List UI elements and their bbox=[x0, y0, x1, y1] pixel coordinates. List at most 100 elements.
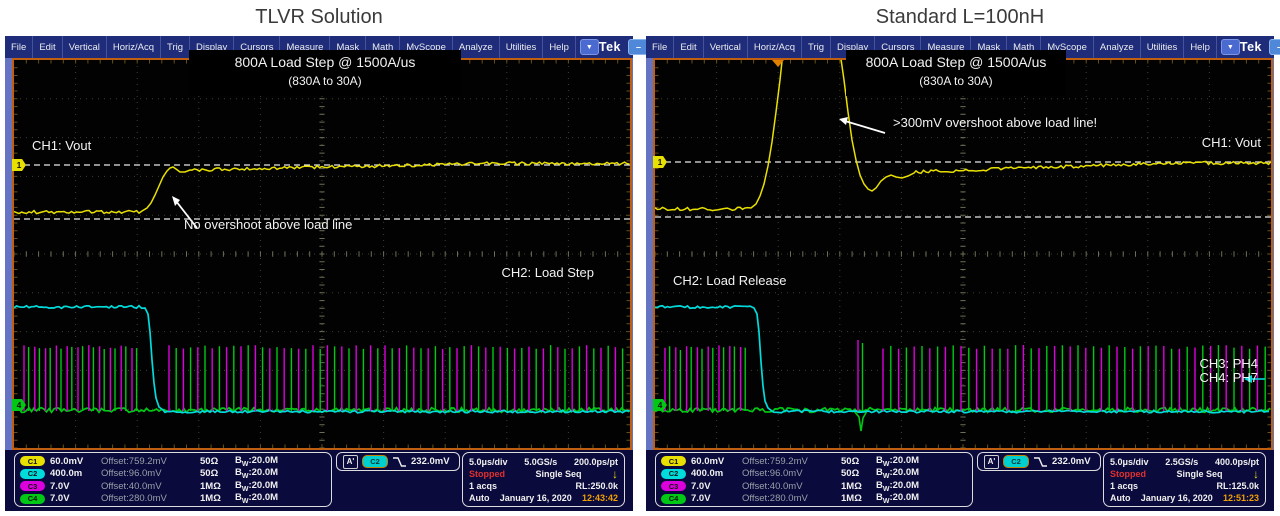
menu-item-help[interactable]: Help bbox=[543, 36, 576, 58]
oscilloscope-window-left: FileEditVerticalHoriz/AcqTrigDisplayCurs… bbox=[5, 36, 633, 511]
trigger-readout[interactable]: A' C2 232.0mV bbox=[977, 452, 1101, 471]
clock: 12:43:42 bbox=[582, 493, 618, 503]
sample-resolution: 200.0ps/pt bbox=[574, 457, 618, 467]
ch1-label: CH1: Vout bbox=[32, 138, 91, 153]
menu-item-horiz-acq[interactable]: Horiz/Acq bbox=[748, 36, 802, 58]
channel-badge-c1: C1 bbox=[20, 456, 45, 466]
channel-offset: Offset:759.2mV bbox=[742, 456, 836, 467]
minimize-button[interactable]: – bbox=[1269, 39, 1280, 55]
falling-edge-icon bbox=[1033, 456, 1048, 468]
channel-impedance: 1MΩ bbox=[200, 493, 230, 504]
channel-offset: Offset:96.0mV bbox=[742, 468, 836, 479]
trigger-source-badge: C2 bbox=[1003, 455, 1029, 468]
ch4-label: CH4: PH7 bbox=[1103, 370, 1258, 385]
menu-overflow-button[interactable]: ▼ bbox=[1221, 39, 1240, 55]
annotation-line1: 800A Load Step @ 1500A/us bbox=[846, 54, 1066, 70]
acquisition-readout[interactable]: 5.0μs/div 2.5GS/s 400.0ps/pt Stopped Sin… bbox=[1103, 452, 1266, 507]
channel-badge-c1: C1 bbox=[661, 456, 686, 466]
channel-bandwidth: BW:20.0M bbox=[876, 480, 919, 493]
menu-item-horiz-acq[interactable]: Horiz/Acq bbox=[107, 36, 161, 58]
sample-rate: 5.0GS/s bbox=[524, 457, 557, 467]
channel-badge-c4: C4 bbox=[20, 494, 45, 504]
channel-scale: 400.0m bbox=[691, 468, 737, 479]
channel-badge-c2: C2 bbox=[661, 469, 686, 479]
channel-scale: 7.0V bbox=[50, 493, 96, 504]
channel-readout-c2[interactable]: C2 400.0m Offset:96.0mV 50Ω BW:20.0M bbox=[661, 468, 972, 481]
trigger-mode: Auto bbox=[469, 493, 490, 503]
date: January 16, 2020 bbox=[500, 493, 572, 503]
sample-resolution: 400.0ps/pt bbox=[1215, 457, 1259, 467]
scope-graticule: CH1: Vout >300mV overshoot above load li… bbox=[653, 58, 1273, 450]
trigger-level: 232.0mV bbox=[411, 456, 450, 467]
channel-offset: Offset:96.0mV bbox=[101, 468, 195, 479]
acq-row: 1 acqs RL:250.0k bbox=[469, 480, 618, 491]
channel-readout-c4[interactable]: C47.0VOffset:280.0mV1MΩBW:20.0M bbox=[661, 493, 972, 506]
menu-item-edit[interactable]: Edit bbox=[674, 36, 703, 58]
channel-bandwidth: BW:20.0M bbox=[876, 492, 919, 505]
tek-logo: Tek bbox=[599, 40, 621, 54]
channel-readouts[interactable]: C160.0mVOffset:759.2mV50ΩBW:20.0MC2 400.0… bbox=[655, 452, 973, 507]
acq-status: Stopped bbox=[1110, 469, 1146, 479]
channel-badge-c4: C4 bbox=[661, 494, 686, 504]
record-length: RL:125.0k bbox=[1216, 481, 1259, 491]
trigger-arrow-icon: ↓ bbox=[1253, 469, 1259, 479]
channel-bandwidth: BW:20.0M bbox=[235, 480, 278, 493]
clock: 12:51:23 bbox=[1223, 493, 1259, 503]
channel-readout-c3[interactable]: C37.0VOffset:40.0mV1MΩBW:20.0M bbox=[661, 480, 972, 493]
annotation-line1: 800A Load Step @ 1500A/us bbox=[189, 54, 461, 70]
channel-badge-c3: C3 bbox=[20, 481, 45, 491]
trigger-readout[interactable]: A' C2 232.0mV bbox=[336, 452, 460, 471]
acq-mode: Single Seq bbox=[1176, 469, 1222, 479]
channel-impedance: 50Ω bbox=[200, 456, 230, 467]
menu-item-trig[interactable]: Trig bbox=[802, 36, 831, 58]
sample-rate: 2.5GS/s bbox=[1165, 457, 1198, 467]
acq-count: 1 acqs bbox=[469, 481, 497, 491]
menu-item-vertical[interactable]: Vertical bbox=[63, 36, 107, 58]
channel-impedance: 50Ω bbox=[200, 468, 230, 479]
annotation-box: 800A Load Step @ 1500A/us (830A to 30A) bbox=[846, 50, 1066, 96]
channel-scale: 60.0mV bbox=[50, 456, 96, 467]
panel-title-right: Standard L=100nH bbox=[646, 6, 1274, 29]
channel-readout-c4[interactable]: C47.0VOffset:280.0mV1MΩBW:20.0M bbox=[20, 493, 331, 506]
menu-item-utilities[interactable]: Utilities bbox=[500, 36, 544, 58]
channel-readout-c3[interactable]: C37.0VOffset:40.0mV1MΩBW:20.0M bbox=[20, 480, 331, 493]
acq-mode: Single Seq bbox=[535, 469, 581, 479]
menu-item-vertical[interactable]: Vertical bbox=[704, 36, 748, 58]
ch2-label: CH2: Load Step bbox=[434, 265, 594, 280]
timebase-scale: 5.0μs/div bbox=[1110, 457, 1149, 467]
channel-readout-c2[interactable]: C2400.0mOffset:96.0mV50ΩBW:20.0M bbox=[20, 468, 331, 481]
timebase-row: 5.0μs/div 2.5GS/s 400.0ps/pt bbox=[1110, 456, 1259, 467]
timebase-scale: 5.0μs/div bbox=[469, 457, 508, 467]
channel-offset: Offset:40.0mV bbox=[101, 481, 195, 492]
acq-row: 1 acqs RL:125.0k bbox=[1110, 480, 1259, 491]
acquisition-readout[interactable]: 5.0μs/div 5.0GS/s 200.0ps/pt Stopped Sin… bbox=[462, 452, 625, 507]
menu-item-help[interactable]: Help bbox=[1184, 36, 1217, 58]
trigger-position-marker-icon[interactable] bbox=[772, 60, 784, 67]
trigger-arrow-icon: ↓ bbox=[612, 469, 618, 479]
date: January 16, 2020 bbox=[1141, 493, 1213, 503]
menu-bar-right: Tek – X bbox=[1240, 39, 1280, 55]
channel-readout-c1[interactable]: C160.0mVOffset:759.2mV50ΩBW:20.0M bbox=[20, 455, 331, 468]
menu-item-utilities[interactable]: Utilities bbox=[1141, 36, 1185, 58]
channel-offset: Offset:40.0mV bbox=[742, 481, 836, 492]
panel-title-left: TLVR Solution bbox=[5, 6, 633, 29]
channel-readout-c1[interactable]: C160.0mVOffset:759.2mV50ΩBW:20.0M bbox=[661, 455, 972, 468]
menu-item-edit[interactable]: Edit bbox=[33, 36, 62, 58]
waveform-display bbox=[14, 60, 630, 448]
ch2-label: CH2: Load Release bbox=[673, 273, 786, 288]
channel-bandwidth: BW:20.0M bbox=[876, 467, 919, 480]
ch1-label: CH1: Vout bbox=[1103, 135, 1261, 150]
channel-scale: 400.0m bbox=[50, 468, 96, 479]
channel-impedance: 1MΩ bbox=[841, 493, 871, 504]
tek-logo: Tek bbox=[1240, 40, 1262, 54]
channel-scale: 7.0V bbox=[50, 481, 96, 492]
channel-offset: Offset:280.0mV bbox=[101, 493, 195, 504]
channel-readouts[interactable]: C160.0mVOffset:759.2mV50ΩBW:20.0MC2400.0… bbox=[14, 452, 332, 507]
menu-item-file[interactable]: File bbox=[5, 36, 33, 58]
channel-impedance: 50Ω bbox=[841, 468, 871, 479]
menu-overflow-button[interactable]: ▼ bbox=[580, 39, 599, 55]
clock-row: Auto January 16, 2020 12:43:42 bbox=[469, 492, 618, 503]
menu-item-analyze[interactable]: Analyze bbox=[1094, 36, 1141, 58]
menu-item-trig[interactable]: Trig bbox=[161, 36, 190, 58]
menu-item-file[interactable]: File bbox=[646, 36, 674, 58]
